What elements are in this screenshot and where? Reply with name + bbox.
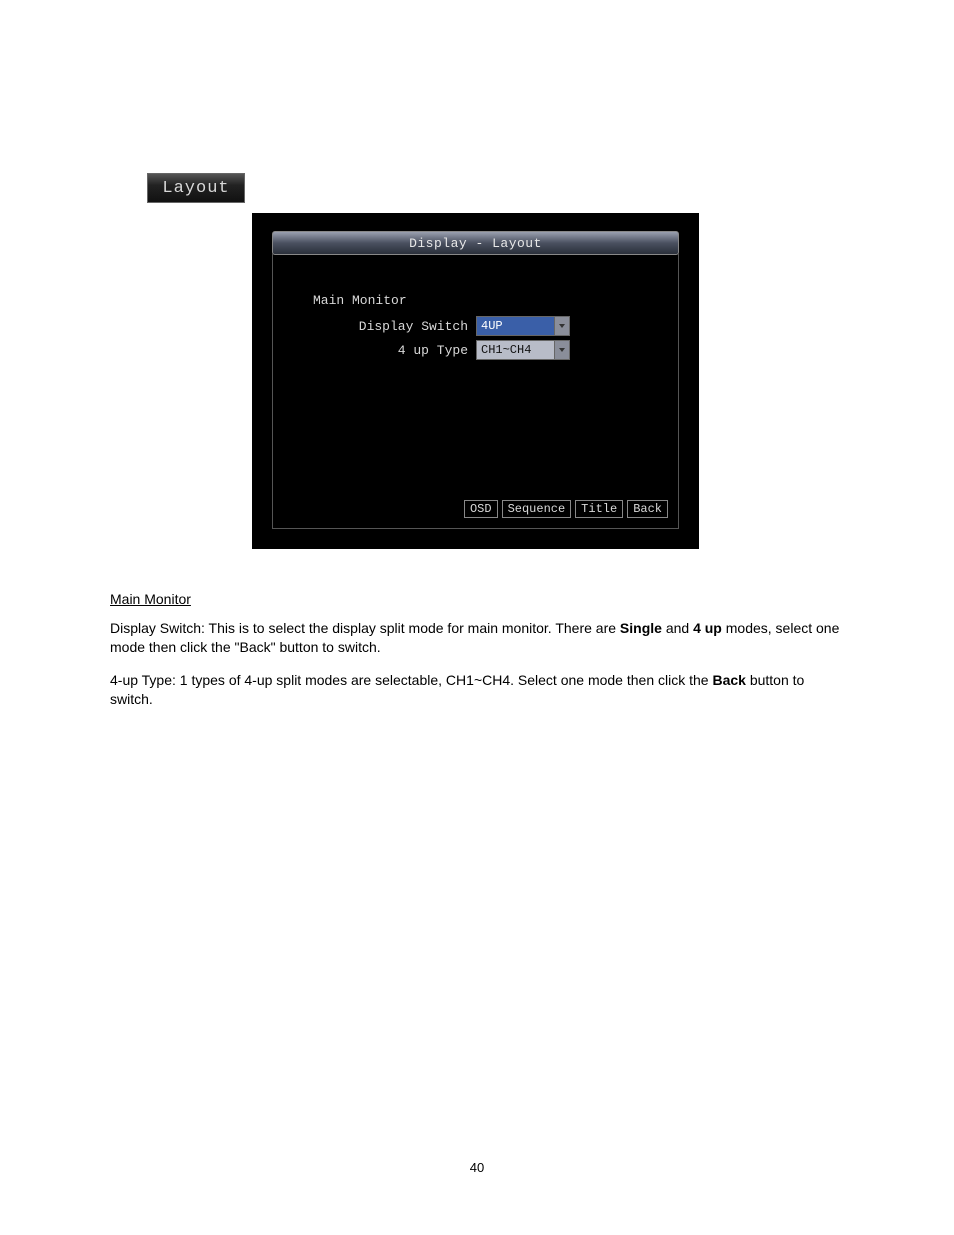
dvr-window: Display - Layout Main Monitor Display Sw… bbox=[252, 213, 699, 549]
four-up-type-label: 4 up Type bbox=[293, 343, 476, 358]
four-up-type-row: 4 up Type CH1~CH4 bbox=[293, 340, 658, 360]
display-switch-value: 4UP bbox=[477, 319, 554, 333]
main-monitor-section-label: Main Monitor bbox=[313, 293, 658, 308]
body-text: Main Monitor Display Switch: This is to … bbox=[110, 590, 850, 708]
display-switch-row: Display Switch 4UP bbox=[293, 316, 658, 336]
dvr-title-text: Display - Layout bbox=[409, 236, 542, 251]
title-button[interactable]: Title bbox=[575, 500, 623, 518]
chevron-down-icon bbox=[559, 348, 565, 352]
four-up-type-value: CH1~CH4 bbox=[477, 343, 554, 357]
back-button[interactable]: Back bbox=[627, 500, 668, 518]
dvr-body: Main Monitor Display Switch 4UP 4 up Typ… bbox=[272, 253, 679, 529]
dvr-titlebar: Display - Layout bbox=[272, 231, 679, 255]
display-switch-dropdown[interactable]: 4UP bbox=[476, 316, 570, 336]
osd-button[interactable]: OSD bbox=[464, 500, 498, 518]
layout-caption-text: Layout bbox=[162, 179, 229, 198]
four-up-type-dropdown[interactable]: CH1~CH4 bbox=[476, 340, 570, 360]
chevron-down-icon bbox=[559, 324, 565, 328]
display-switch-label: Display Switch bbox=[293, 319, 476, 334]
display-switch-arrow[interactable] bbox=[554, 317, 569, 335]
page-number: 40 bbox=[470, 1160, 484, 1175]
four-up-type-arrow[interactable] bbox=[554, 341, 569, 359]
paragraph-display-switch: Display Switch: This is to select the di… bbox=[110, 619, 850, 657]
main-monitor-heading: Main Monitor bbox=[110, 590, 850, 609]
sequence-button[interactable]: Sequence bbox=[502, 500, 572, 518]
layout-caption-image: Layout bbox=[147, 173, 245, 203]
dvr-bottom-buttons: OSD Sequence Title Back bbox=[464, 500, 668, 518]
paragraph-four-up: 4-up Type: 1 types of 4-up split modes a… bbox=[110, 671, 850, 709]
